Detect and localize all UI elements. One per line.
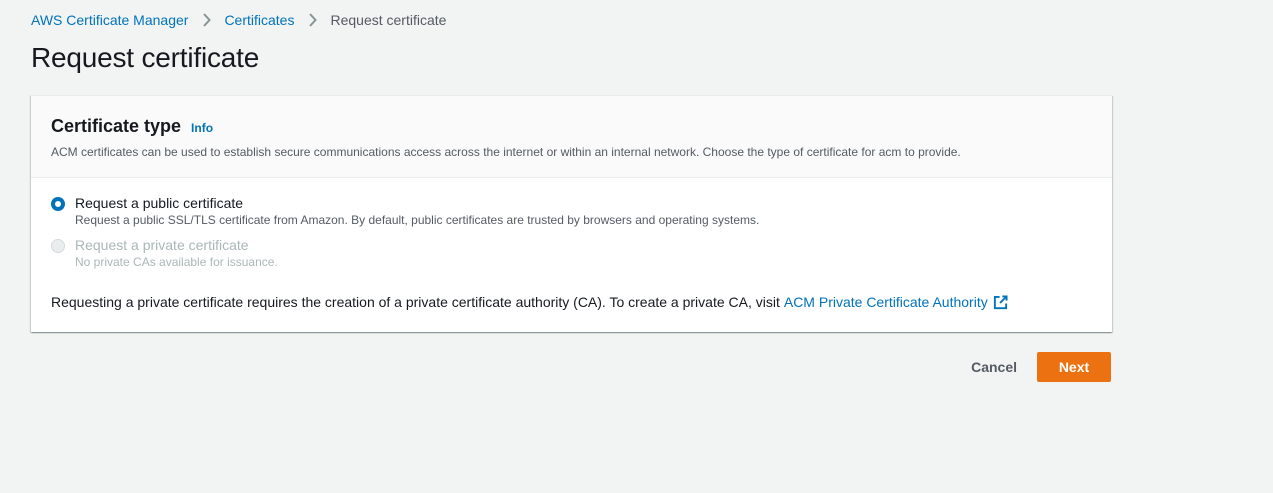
form-actions: Cancel Next bbox=[951, 352, 1111, 382]
breadcrumb: AWS Certificate Manager Certificates Req… bbox=[31, 11, 446, 29]
breadcrumb-current: Request certificate bbox=[330, 12, 447, 28]
note-text: Requesting a private certificate require… bbox=[51, 294, 780, 310]
option-description: Request a public SSL/TLS certificate fro… bbox=[75, 213, 760, 227]
radio-private-certificate bbox=[51, 239, 65, 253]
breadcrumb-link-certificates[interactable]: Certificates bbox=[224, 12, 294, 28]
radio-public-certificate[interactable] bbox=[51, 197, 65, 211]
chevron-right-icon bbox=[188, 13, 224, 27]
option-label: Request a private certificate bbox=[75, 237, 249, 253]
certificate-type-panel: Certificate type Info ACM certificates c… bbox=[31, 95, 1112, 332]
option-private-certificate: Request a private certificate No private… bbox=[51, 236, 1092, 270]
private-ca-note: Requesting a private certificate require… bbox=[51, 294, 1092, 310]
panel-title: Certificate type bbox=[51, 116, 182, 136]
info-link[interactable]: Info bbox=[191, 121, 213, 135]
chevron-right-icon bbox=[294, 13, 330, 27]
cancel-button[interactable]: Cancel bbox=[951, 352, 1037, 382]
option-public-certificate[interactable]: Request a public certificate Request a p… bbox=[51, 194, 1092, 228]
panel-header: Certificate type Info ACM certificates c… bbox=[31, 96, 1112, 178]
panel-description: ACM certificates can be used to establis… bbox=[51, 145, 961, 159]
breadcrumb-link-acm[interactable]: AWS Certificate Manager bbox=[31, 12, 188, 28]
option-text: Request a private certificate No private… bbox=[75, 236, 278, 270]
page-title: Request certificate bbox=[31, 42, 260, 73]
external-link-icon[interactable] bbox=[993, 294, 1008, 310]
option-label: Request a public certificate bbox=[75, 195, 244, 211]
panel-title-row: Certificate type Info bbox=[51, 116, 1092, 137]
acm-private-ca-link[interactable]: ACM Private Certificate Authority bbox=[784, 294, 988, 310]
option-text: Request a public certificate Request a p… bbox=[75, 194, 759, 228]
next-button[interactable]: Next bbox=[1037, 352, 1111, 382]
option-description: No private CAs available for issuance. bbox=[75, 255, 278, 269]
panel-body: Request a public certificate Request a p… bbox=[31, 178, 1112, 310]
